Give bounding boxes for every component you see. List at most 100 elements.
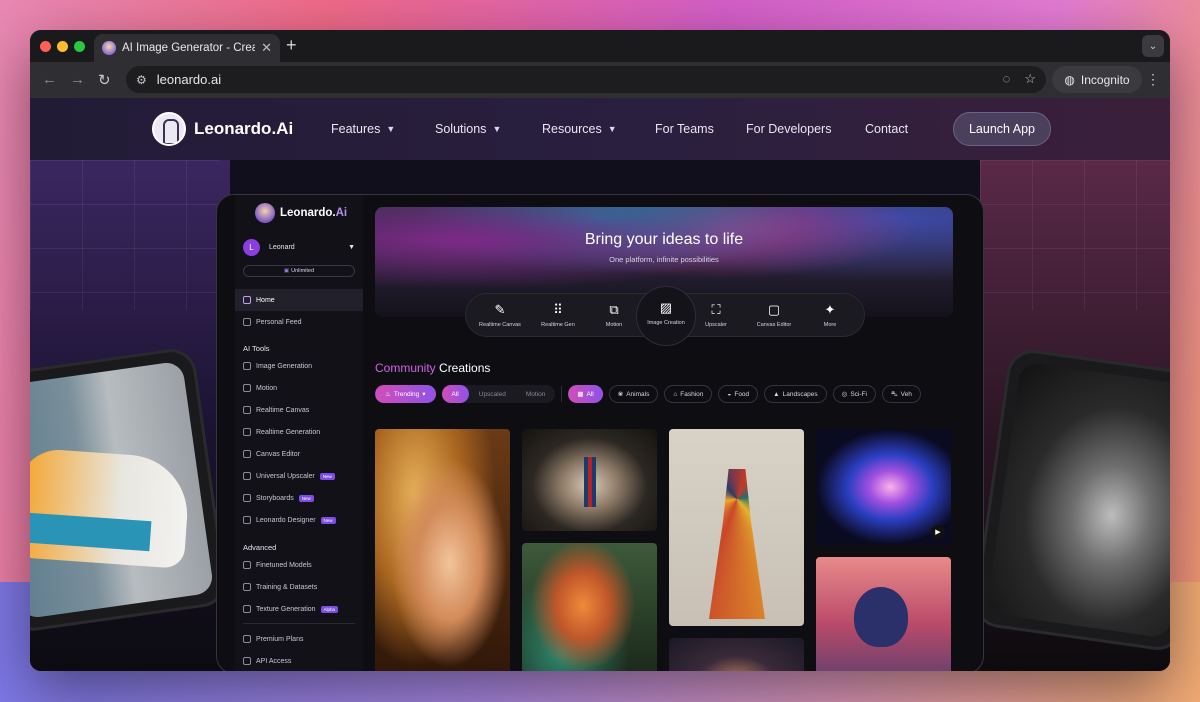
sidebar-item-api-access[interactable]: API Access	[243, 657, 291, 665]
sidebar-item-motion[interactable]: Motion	[243, 384, 277, 392]
sidebar-item-label: Storyboards	[256, 494, 294, 502]
segment-motion[interactable]: Motion	[516, 385, 556, 403]
leonardo-logo-icon	[152, 112, 186, 146]
image-icon	[243, 362, 251, 370]
tool-label: Realtime Gen	[541, 322, 575, 328]
tab-close-icon[interactable]: ✕	[261, 40, 272, 56]
new-badge: New	[298, 494, 314, 502]
category-landscapes[interactable]: ▲ Landscapes	[764, 385, 827, 403]
bookmark-star-icon[interactable]: ☆	[1024, 71, 1036, 87]
tab-search-button[interactable]: ⌄	[1142, 35, 1164, 57]
active-tab[interactable]: AI Image Generator - Create A ✕	[94, 34, 280, 62]
diamond-icon	[243, 635, 251, 643]
sidebar-item-realtime-canvas[interactable]: Realtime Canvas	[243, 406, 309, 414]
tool-label: Canvas Editor	[756, 322, 792, 328]
gallery-image-dress[interactable]	[669, 429, 804, 626]
new-tab-button[interactable]: +	[286, 35, 297, 56]
address-bar[interactable]: ⚙ leonardo.ai ◌ ☆	[126, 66, 1046, 93]
browser-menu-icon[interactable]: ⋮	[1146, 71, 1160, 88]
incognito-icon: ◍	[1064, 72, 1075, 87]
nav-features[interactable]: Features ▼	[331, 122, 395, 136]
chip-label: Veh	[900, 390, 912, 398]
tool-upscaler[interactable]: ⛶ Upscaler	[684, 302, 748, 328]
caret-down-icon: ▼	[348, 244, 355, 251]
tool-more[interactable]: ✦ More	[798, 302, 862, 328]
nav-resources[interactable]: Resources ▼	[542, 122, 617, 136]
nav-for-developers[interactable]: For Developers	[746, 122, 831, 136]
category-animals[interactable]: ❀ Animals	[608, 385, 659, 403]
minimize-window-button[interactable]	[57, 41, 68, 52]
caret-down-icon: ▾	[422, 391, 426, 398]
reload-icon[interactable]: ↻	[98, 71, 111, 89]
sidebar-item-personal-feed[interactable]: Personal Feed	[243, 318, 302, 326]
gallery-image-illustration[interactable]	[816, 557, 951, 671]
site-settings-icon[interactable]: ⚙	[136, 73, 147, 87]
designer-icon	[243, 516, 251, 524]
sidebar-item-finetuned-models[interactable]: Finetuned Models	[243, 561, 312, 569]
sidebar-item-storyboards[interactable]: Storyboards New	[243, 494, 314, 502]
sidebar-item-leonardo-designer[interactable]: Leonardo Designer New	[243, 516, 336, 524]
forward-icon[interactable]: →	[70, 71, 85, 88]
sidebar-item-universal-upscaler[interactable]: Universal Upscaler New	[243, 472, 335, 480]
maximize-window-button[interactable]	[74, 41, 85, 52]
gallery-image-child[interactable]	[669, 638, 804, 671]
grid-decoration-left	[30, 160, 220, 310]
tool-label: Image Creation	[647, 320, 685, 326]
close-window-button[interactable]	[40, 41, 51, 52]
sneaker-image	[30, 360, 215, 620]
gallery-image-handbag[interactable]	[522, 429, 657, 531]
category-vehicles[interactable]: ⛍ Veh	[881, 385, 921, 403]
segment-all[interactable]: All	[441, 385, 469, 403]
gallery-image-chameleon[interactable]	[522, 543, 657, 671]
favicon-icon	[102, 41, 116, 55]
gallery-image-abstract-blob[interactable]: ▶	[816, 429, 951, 545]
gallery-image-gold-portrait[interactable]	[375, 429, 510, 671]
upscale-icon	[243, 472, 251, 480]
grid-decoration-right	[980, 160, 1170, 310]
sidebar-item-premium-plans[interactable]: Premium Plans	[243, 635, 303, 643]
nav-contact[interactable]: Contact	[865, 122, 908, 136]
paw-icon: ❀	[617, 391, 624, 398]
sidebar-item-image-generation[interactable]: Image Generation	[243, 362, 312, 370]
sidebar-item-training-datasets[interactable]: Training & Datasets	[243, 583, 317, 591]
home-icon	[243, 296, 251, 304]
category-scifi[interactable]: ◎ Sci-Fi	[832, 385, 876, 403]
logo-text: Leonardo.Ai	[194, 119, 294, 138]
tool-realtime-gen[interactable]: ⠿ Realtime Gen	[526, 302, 590, 328]
brush-icon	[243, 406, 251, 414]
tab-strip: AI Image Generator - Create A ✕ + ⌄	[30, 30, 1170, 62]
section-ai-tools: AI Tools	[243, 344, 270, 353]
tools-bar: ✎ Realtime Canvas ⠿ Realtime Gen ⧉ Motion ▨…	[465, 286, 865, 346]
chip-label: Animals	[626, 390, 650, 398]
tab-title: AI Image Generator - Create A	[122, 42, 256, 54]
category-food[interactable]: ◒ Food	[718, 385, 759, 403]
sidebar-item-texture-generation[interactable]: Texture Generation Alpha	[243, 605, 339, 613]
user-menu[interactable]: L Leonard ▼	[243, 239, 355, 256]
banner-subtitle: One platform, infinite possibilities	[609, 255, 719, 264]
dots-grid-icon: ⠿	[553, 302, 563, 317]
category-all[interactable]: ▦ All	[568, 385, 603, 403]
sidebar-item-canvas-editor[interactable]: Canvas Editor	[243, 450, 300, 458]
app-preview: Leonardo.Ai L Leonard ▼ ▣ Unlimited Home …	[216, 194, 984, 671]
category-fashion[interactable]: ⌂ Fashion	[664, 385, 713, 403]
sidebar-item-home[interactable]: Home	[235, 289, 363, 311]
back-icon[interactable]: ←	[42, 71, 57, 88]
nav-for-teams[interactable]: For Teams	[655, 122, 714, 136]
launch-app-button[interactable]: Launch App	[953, 112, 1051, 146]
segment-upscaled[interactable]: Upscaled	[469, 385, 516, 403]
site-logo[interactable]: Leonardo.Ai	[152, 112, 293, 146]
new-badge: New	[319, 472, 335, 480]
trending-dropdown[interactable]: ♨ Trending ▾	[375, 385, 436, 403]
play-icon[interactable]: ▶	[931, 525, 945, 539]
nav-label: For Teams	[655, 122, 714, 136]
sidebar-item-realtime-generation[interactable]: Realtime Generation	[243, 428, 320, 436]
nav-solutions[interactable]: Solutions ▼	[435, 122, 501, 136]
sparkle-icon: ✦	[824, 302, 836, 317]
plan-badge: ▣ Unlimited	[243, 265, 355, 277]
incognito-indicator[interactable]: ◍ Incognito	[1052, 66, 1142, 93]
tool-realtime-canvas[interactable]: ✎ Realtime Canvas	[468, 302, 532, 328]
sidebar-item-label: API Access	[256, 657, 292, 665]
tool-canvas-editor[interactable]: ▢ Canvas Editor	[742, 302, 806, 328]
eye-off-icon[interactable]: ◌	[1003, 71, 1011, 87]
filter-divider	[561, 386, 563, 402]
